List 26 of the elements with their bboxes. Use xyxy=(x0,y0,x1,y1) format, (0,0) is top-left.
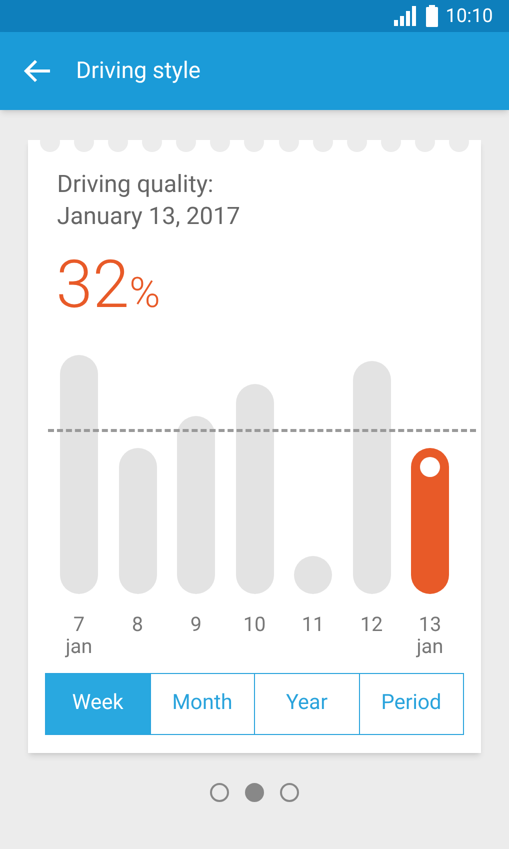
day-label: 13 xyxy=(418,613,442,635)
month-label: jan xyxy=(66,635,92,657)
day-bar[interactable] xyxy=(118,448,156,594)
day-bar[interactable] xyxy=(352,361,390,594)
status-time: 10:10 xyxy=(446,2,493,29)
score-unit: % xyxy=(129,269,160,319)
day-label: 11 xyxy=(302,613,324,635)
selected-day-bar[interactable] xyxy=(411,448,449,594)
score-value: 32 xyxy=(56,246,130,326)
card-date: January 13, 2017 xyxy=(57,201,242,232)
day-label: 10 xyxy=(243,613,266,635)
battery-icon xyxy=(426,5,438,27)
day-bar[interactable] xyxy=(177,416,215,594)
signal-icon xyxy=(394,6,418,26)
day-bar[interactable] xyxy=(236,384,274,594)
day-bar[interactable] xyxy=(294,556,332,594)
day-label: 12 xyxy=(360,613,383,635)
card-title: Driving quality: xyxy=(57,169,214,200)
day-label: 8 xyxy=(132,613,144,635)
period-tab[interactable]: Week xyxy=(46,674,150,734)
month-label: jan xyxy=(416,635,444,657)
screen-title: Driving style xyxy=(76,56,201,86)
day-label: 7 xyxy=(73,613,85,635)
day-label: 9 xyxy=(190,613,202,635)
back-icon[interactable] xyxy=(24,59,52,83)
day-bar[interactable] xyxy=(60,355,98,594)
